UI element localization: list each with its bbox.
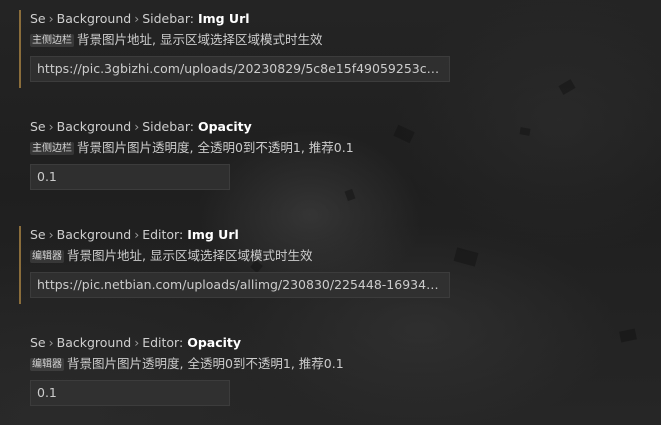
breadcrumb-separator: › [134, 227, 140, 242]
setting-scope: Sidebar: [142, 119, 194, 134]
description-text: 背景图片地址, 显示区域选择区域模式时生效 [77, 32, 323, 47]
breadcrumb-separator: › [48, 227, 54, 242]
code-tag: 编辑器 [30, 358, 64, 371]
code-tag: 主侧边栏 [30, 142, 74, 155]
setting-key: Opacity [187, 335, 242, 350]
setting-prefix: Se [30, 119, 46, 134]
breadcrumb-separator: › [134, 11, 140, 26]
opacity-input[interactable]: 0.1 [30, 380, 230, 406]
background-image-fragment [519, 127, 531, 136]
setting-scope: Sidebar: [142, 11, 194, 26]
breadcrumb-separator: › [134, 335, 140, 350]
opacity-input[interactable]: 0.1 [30, 164, 230, 190]
breadcrumb-separator: › [48, 119, 54, 134]
setting-description: 主侧边栏 背景图片图片透明度, 全透明0到不透明1, 推荐0.1 [30, 139, 354, 156]
setting-title: Se › Background › Sidebar: Img Url [30, 10, 250, 27]
background-image-fragment [453, 247, 479, 267]
setting-description: 主侧边栏 背景图片地址, 显示区域选择区域模式时生效 [30, 31, 322, 48]
setting-scope: Editor: [142, 227, 184, 242]
setting-key: Img Url [187, 227, 239, 242]
setting-title: Se › Background › Editor: Opacity [30, 334, 241, 351]
background-image-fragment [558, 79, 576, 95]
setting-key: Opacity [197, 119, 252, 134]
setting-prefix: Se [30, 11, 46, 26]
setting-title: Se › Background › Sidebar: Opacity [30, 118, 252, 135]
setting-scope: Editor: [142, 335, 184, 350]
breadcrumb-separator: › [48, 335, 54, 350]
breadcrumb-separator: › [48, 11, 54, 26]
setting-description: 编辑器 背景图片地址, 显示区域选择区域模式时生效 [30, 247, 312, 264]
setting-title: Se › Background › Editor: Img Url [30, 226, 239, 243]
setting-prefix: Se [30, 335, 46, 350]
code-tag: 主侧边栏 [30, 34, 74, 47]
setting-group: Background [56, 227, 132, 242]
setting-group: Background [56, 11, 132, 26]
description-text: 背景图片图片透明度, 全透明0到不透明1, 推荐0.1 [67, 356, 344, 371]
breadcrumb-separator: › [134, 119, 140, 134]
setting-group: Background [56, 335, 132, 350]
setting-key: Img Url [197, 11, 250, 26]
setting-prefix: Se [30, 227, 46, 242]
setting-group: Background [56, 119, 132, 134]
setting-description: 编辑器 背景图片图片透明度, 全透明0到不透明1, 推荐0.1 [30, 355, 344, 372]
background-image-fragment [393, 124, 415, 144]
img-url-input[interactable]: https://pic.netbian.com/uploads/allimg/2… [30, 272, 450, 298]
code-tag: 编辑器 [30, 250, 64, 263]
background-image-fragment [344, 188, 356, 202]
description-text: 背景图片地址, 显示区域选择区域模式时生效 [67, 248, 313, 263]
img-url-input[interactable]: https://pic.3gbizhi.com/uploads/20230829… [30, 56, 450, 82]
background-image-fragment [619, 328, 637, 343]
description-text: 背景图片图片透明度, 全透明0到不透明1, 推荐0.1 [77, 140, 354, 155]
